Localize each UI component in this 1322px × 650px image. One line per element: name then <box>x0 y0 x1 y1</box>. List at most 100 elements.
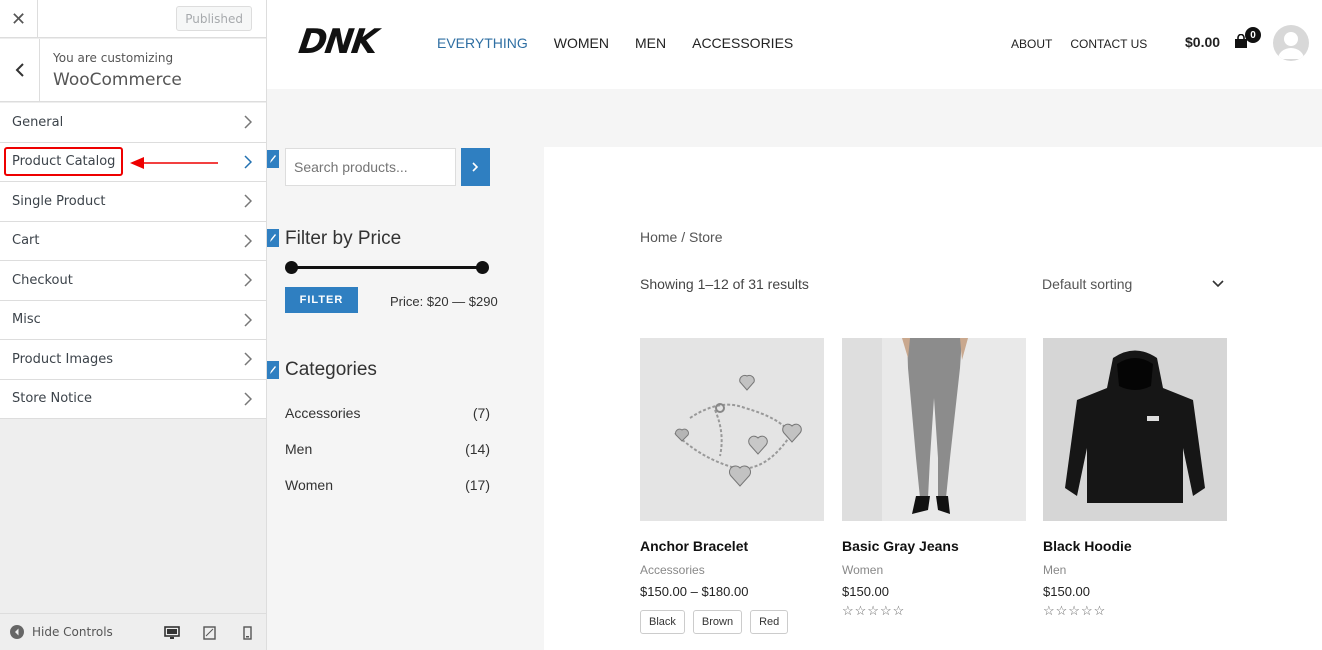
price-slider-max-handle[interactable] <box>476 261 489 274</box>
section-title: WooCommerce <box>53 70 182 90</box>
customizer-footer: Hide Controls <box>0 613 266 650</box>
chevron-right-icon <box>244 313 252 327</box>
product-category: Men <box>1043 563 1067 577</box>
menu-item-label: Store Notice <box>12 391 93 407</box>
category-count: (7) <box>472 405 490 421</box>
product-name[interactable]: Basic Gray Jeans <box>842 538 1026 554</box>
product-card: Basic Gray Jeans Women $150.00 ☆☆☆☆☆ <box>842 338 1026 619</box>
menu-item-misc[interactable]: Misc <box>0 300 266 340</box>
menu-item-label: Product Images <box>12 351 113 367</box>
star-rating: ☆☆☆☆☆ <box>842 603 906 618</box>
category-count: (14) <box>465 441 490 457</box>
category-count: (17) <box>465 477 490 493</box>
categories-title: Categories <box>285 359 377 380</box>
shop-sidebar <box>267 147 544 650</box>
desktop-preview-icon[interactable] <box>164 626 180 640</box>
product-image-jeans[interactable] <box>842 338 1026 521</box>
price-label: Price: <box>390 294 424 309</box>
nav-contact[interactable]: CONTACT US <box>1070 37 1147 51</box>
category-row: Men (14) <box>285 441 490 457</box>
menu-item-store-notice[interactable]: Store Notice <box>0 379 266 419</box>
category-row: Women (17) <box>285 477 490 493</box>
nav-men[interactable]: MEN <box>635 35 666 51</box>
published-button[interactable]: Published <box>176 6 252 31</box>
customizer-menu: General Product Catalog Single Product C… <box>0 103 266 419</box>
nav-about[interactable]: ABOUT <box>1011 37 1052 51</box>
nav-everything[interactable]: EVERYTHING <box>437 35 528 51</box>
page-header-band <box>267 89 1322 147</box>
menu-item-label: Single Product <box>12 193 106 209</box>
product-card: Black Hoodie Men $150.00 ☆☆☆☆☆ <box>1043 338 1227 619</box>
price-range-text: Price: $20 — $290 <box>390 294 498 309</box>
filter-price-title: Filter by Price <box>285 228 402 249</box>
edit-pencil-icon[interactable] <box>267 361 279 379</box>
site-header: DNK EVERYTHING WOMEN MEN ACCESSORIES ABO… <box>267 0 1322 89</box>
swatch-brown[interactable]: Brown <box>692 610 743 634</box>
chevron-right-icon <box>472 162 479 172</box>
chevron-right-icon <box>244 234 252 248</box>
edit-pencil-icon[interactable] <box>267 229 279 247</box>
star-rating: ☆☆☆☆☆ <box>1043 603 1107 618</box>
site-preview: DNK EVERYTHING WOMEN MEN ACCESSORIES ABO… <box>267 0 1322 650</box>
search-submit-button[interactable] <box>461 148 490 186</box>
menu-item-general[interactable]: General <box>0 103 266 143</box>
product-price: $150.00 <box>842 584 889 599</box>
search-input[interactable] <box>285 148 456 186</box>
menu-item-product-images[interactable]: Product Images <box>0 340 266 380</box>
hide-controls-button[interactable]: Hide Controls <box>0 625 113 639</box>
category-link[interactable]: Accessories <box>285 405 360 421</box>
category-link[interactable]: Women <box>285 477 333 493</box>
edit-pencil-icon[interactable] <box>267 150 279 168</box>
back-icon[interactable] <box>0 39 40 101</box>
chevron-right-icon <box>244 155 252 169</box>
price-range-value: $20 — $290 <box>426 294 498 309</box>
menu-item-checkout[interactable]: Checkout <box>0 261 266 301</box>
swatch-red[interactable]: Red <box>750 610 789 634</box>
menu-item-product-catalog[interactable]: Product Catalog <box>0 142 266 182</box>
product-name[interactable]: Anchor Bracelet <box>640 538 824 554</box>
menu-item-label: General <box>12 114 64 130</box>
product-image-hoodie[interactable] <box>1043 338 1227 521</box>
chevron-right-icon <box>244 194 252 208</box>
menu-item-cart[interactable]: Cart <box>0 221 266 261</box>
product-category: Women <box>842 563 884 577</box>
site-logo[interactable]: DNK <box>296 22 379 62</box>
sorting-value: Default sorting <box>1042 276 1133 292</box>
breadcrumb-current: Store <box>689 229 723 245</box>
chevron-down-icon <box>1212 280 1224 288</box>
category-row: Accessories (7) <box>285 405 490 421</box>
main-nav: EVERYTHING WOMEN MEN ACCESSORIES <box>437 35 793 51</box>
chevron-right-icon <box>244 273 252 287</box>
secondary-nav: ABOUT CONTACT US <box>1011 37 1147 51</box>
color-swatches: Black Brown Red <box>640 610 824 634</box>
sorting-select[interactable]: Default sorting <box>1042 271 1224 297</box>
chevron-right-icon <box>244 115 252 129</box>
cart-total[interactable]: $0.00 <box>1185 34 1220 50</box>
product-price: $150.00 <box>1043 584 1090 599</box>
breadcrumb-home[interactable]: Home <box>640 229 677 245</box>
close-icon[interactable]: ✕ <box>0 0 38 38</box>
menu-item-label: Cart <box>12 233 40 249</box>
collapse-icon <box>10 625 24 639</box>
price-slider-track[interactable] <box>291 266 483 269</box>
nav-women[interactable]: WOMEN <box>554 35 609 51</box>
filter-button[interactable]: FILTER <box>285 287 358 313</box>
hide-controls-label: Hide Controls <box>32 625 113 639</box>
product-name[interactable]: Black Hoodie <box>1043 538 1227 554</box>
tablet-preview-icon[interactable] <box>203 626 216 640</box>
category-link[interactable]: Men <box>285 441 312 457</box>
avatar[interactable] <box>1273 25 1309 61</box>
mobile-preview-icon[interactable] <box>243 626 252 640</box>
product-image-bracelet[interactable] <box>640 338 824 521</box>
product-category: Accessories <box>640 563 705 577</box>
price-slider-min-handle[interactable] <box>285 261 298 274</box>
menu-item-single-product[interactable]: Single Product <box>0 182 266 222</box>
swatch-black[interactable]: Black <box>640 610 685 634</box>
customizer-panel: ✕ Published You are customizing WooComme… <box>0 0 267 650</box>
nav-accessories[interactable]: ACCESSORIES <box>692 35 793 51</box>
menu-item-label: Misc <box>12 312 41 328</box>
chevron-right-icon <box>244 392 252 406</box>
menu-item-label: Product Catalog <box>4 147 124 177</box>
menu-item-label: Checkout <box>12 272 73 288</box>
product-card: Anchor Bracelet Accessories $150.00 – $1… <box>640 338 824 634</box>
